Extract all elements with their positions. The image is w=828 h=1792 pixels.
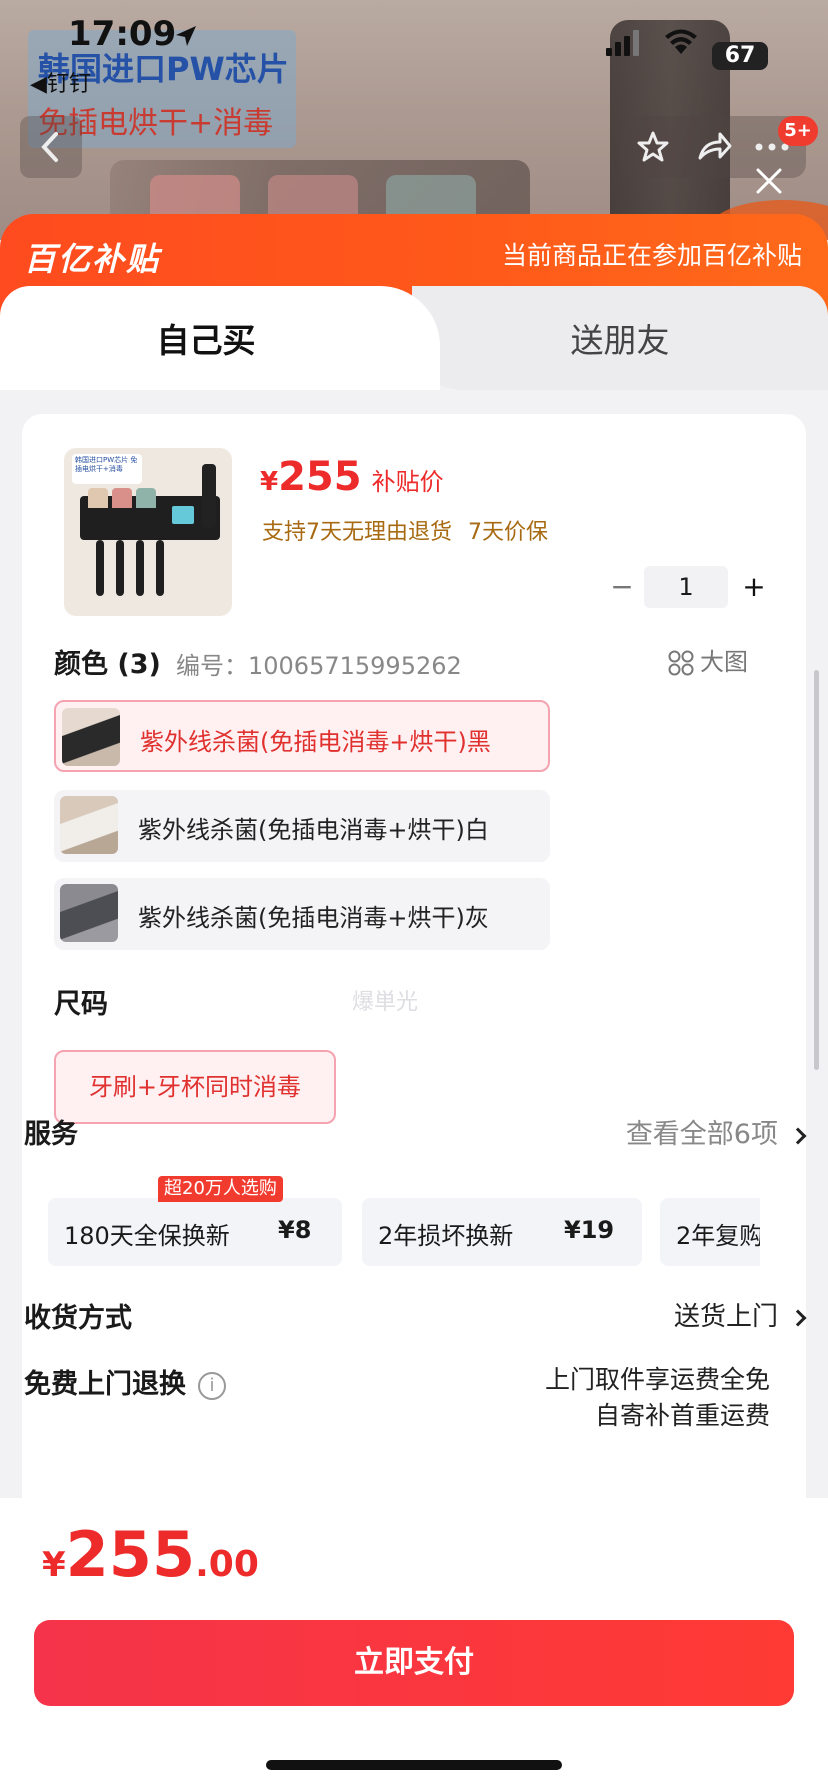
home-indicator[interactable]	[266, 1760, 562, 1770]
service-option-full-protection[interactable]: 180天全保换新 ¥8	[48, 1198, 342, 1266]
color-option-label: 紫外线杀菌(免插电消毒+烘干)黑	[140, 728, 491, 756]
color-section-title: 颜色 (3)	[54, 649, 161, 680]
free-return-label: 免费上门退换	[24, 1369, 186, 1400]
chevron-right-icon	[789, 1127, 807, 1144]
thumbnail-brush	[156, 540, 164, 596]
color-option-gray[interactable]: 紫外线杀菌(免插电消毒+烘干)灰	[54, 878, 550, 950]
size-option-selected[interactable]: 牙刷+牙杯同时消毒	[54, 1050, 336, 1124]
quantity-stepper: − 1 +	[602, 566, 782, 608]
status-time: 17:09	[68, 14, 177, 54]
thumbnail-brush	[136, 540, 144, 596]
thumbnail-tube	[202, 464, 216, 528]
service-option-repurchase[interactable]: 2年复购补	[660, 1198, 760, 1266]
color-option-label: 紫外线杀菌(免插电消毒+烘干)白	[138, 816, 489, 844]
battery-indicator: 67	[712, 42, 768, 70]
product-thumbnail-tag: 韩国进口PW芯片 免插电烘干+消毒	[72, 454, 142, 484]
chevron-right-icon	[789, 1309, 807, 1326]
message-count-badge: 5+	[778, 116, 818, 146]
guarantee-price-protect: 7天价保	[468, 520, 548, 545]
color-option-thumbnail	[60, 796, 118, 854]
page-back-button[interactable]	[20, 116, 82, 178]
thumbnail-brush	[96, 540, 104, 596]
thumbnail-cup	[88, 488, 108, 508]
price-value: 255	[278, 454, 362, 500]
shipping-method-selector[interactable]: 送货上门	[673, 1296, 807, 1333]
color-option-thumbnail	[60, 884, 118, 942]
color-option-thumbnail	[62, 708, 120, 766]
guarantee-return: 支持7天无理由退货	[262, 520, 452, 545]
shipping-method-title: 收货方式	[24, 1303, 132, 1334]
sheet-body: 韩国进口PW芯片 免插电烘干+消毒 ¥255 补贴价 支持7天无理由退货 7天价保 …	[0, 390, 828, 1550]
thumbnail-brush	[116, 540, 124, 596]
service-option-name: 180天全保换新	[64, 1222, 230, 1250]
thumbnail-cup	[112, 488, 132, 508]
subsidy-logo: 百亿补贴	[24, 240, 161, 278]
service-option-price: ¥19	[564, 1216, 615, 1244]
pay-now-button[interactable]: 立即支付	[34, 1620, 794, 1706]
star-icon[interactable]	[636, 130, 670, 164]
tab-buy-self-label: 自己买	[156, 321, 256, 360]
chevron-left-icon	[41, 132, 58, 162]
wifi-icon	[665, 29, 697, 54]
checkout-footer: ¥255.00 立即支付	[0, 1498, 828, 1792]
tab-send-friend-label: 送朋友	[570, 321, 670, 360]
product-thumbnail[interactable]: 韩国进口PW芯片 免插电烘干+消毒	[64, 448, 232, 616]
free-return-title: 免费上门退换 i	[24, 1362, 226, 1401]
quantity-input[interactable]: 1	[644, 566, 728, 608]
color-option-black[interactable]: 紫外线杀菌(免插电消毒+烘干)黑	[54, 700, 550, 772]
thumbnail-screen	[172, 506, 194, 524]
total-integer: 255	[65, 1518, 196, 1591]
total-currency: ¥	[42, 1545, 66, 1585]
color-option-white[interactable]: 紫外线杀菌(免插电消毒+烘干)白	[54, 790, 550, 862]
status-bar: 17:09 ◀钉钉 67	[0, 0, 828, 97]
services-view-all-link[interactable]: 查看全部6项	[625, 1112, 807, 1151]
close-sheet-icon[interactable]	[752, 164, 786, 198]
quantity-plus-button[interactable]: +	[734, 566, 774, 608]
service-option-price: ¥8	[278, 1216, 312, 1244]
total-decimal: .00	[195, 1544, 259, 1585]
quantity-minus-button[interactable]: −	[602, 566, 642, 608]
services-title: 服务	[24, 1119, 78, 1150]
share-icon[interactable]	[696, 130, 732, 164]
services-view-all-label: 查看全部6项	[625, 1119, 778, 1150]
price-tag: 补贴价	[371, 468, 444, 496]
thumbnail-cup	[136, 488, 156, 508]
buy-mode-tabs: 自己买 送朋友	[0, 286, 828, 390]
subsidy-notice: 当前商品正在参加百亿补贴	[501, 241, 802, 270]
price-row: ¥255 补贴价	[260, 454, 444, 500]
guarantee-row: 支持7天无理由退货 7天价保	[262, 514, 564, 546]
info-icon[interactable]: i	[198, 1371, 226, 1400]
service-option-damage-replace[interactable]: 2年损坏换新 ¥19	[362, 1198, 642, 1266]
sku-code: 编号：10065715995262	[176, 652, 462, 680]
total-price: ¥255.00	[42, 1518, 259, 1591]
location-arrow-icon	[176, 26, 196, 46]
cellular-signal-icon	[606, 30, 639, 56]
free-return-pickup-text: 上门取件享运费全免	[544, 1365, 770, 1394]
watermark-text: 爆単光	[352, 990, 419, 1015]
shipping-method-value: 送货上门	[673, 1302, 778, 1332]
big-image-button[interactable]: 大图	[668, 642, 748, 677]
service-options-row: 180天全保换新 ¥8 2年损坏换新 ¥19 2年复购补	[24, 1198, 760, 1266]
price-symbol: ¥	[260, 467, 279, 497]
back-to-app-link[interactable]: ◀钉钉	[30, 66, 91, 98]
big-image-label: 大图	[700, 648, 748, 676]
service-option-name: 2年损坏换新	[378, 1222, 514, 1250]
grid-icon	[668, 650, 694, 676]
size-section-title: 尺码	[54, 989, 108, 1020]
service-option-name: 2年复购补	[676, 1222, 760, 1250]
scrollbar[interactable]	[814, 670, 819, 1070]
popular-service-tag: 超20万人选购	[158, 1176, 283, 1202]
color-option-label: 紫外线杀菌(免插电消毒+烘干)灰	[138, 904, 489, 932]
free-return-self-ship-text: 自寄补首重运费	[594, 1401, 770, 1430]
